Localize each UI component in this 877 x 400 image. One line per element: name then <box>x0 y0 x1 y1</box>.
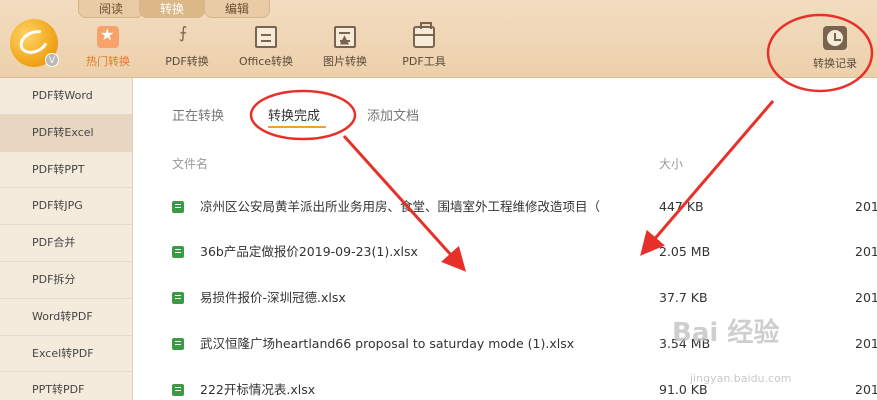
excel-file-icon <box>172 384 184 396</box>
vip-badge[interactable]: V <box>45 53 59 67</box>
watermark-url: jingyan.baidu.com <box>690 372 792 385</box>
excel-file-icon <box>172 201 184 213</box>
conversion-record-button[interactable]: 转换记录 <box>795 26 875 71</box>
tool-label: PDF转换 <box>165 55 209 68</box>
sidebar-item-pdf-split[interactable]: PDF拆分 <box>0 262 132 299</box>
logo-swirl-icon <box>15 25 53 59</box>
active-tab-underline <box>268 126 326 128</box>
sidebar-item-pdf-to-excel[interactable]: PDF转Excel <box>0 114 132 152</box>
file-name: 易损件报价-深圳冠德.xlsx <box>200 290 346 305</box>
sidebar: PDF转Word PDF转Excel PDF转PPT PDF转JPG PDF合并… <box>0 78 133 400</box>
tab-converting[interactable]: 正在转换 <box>172 105 224 124</box>
tool-label: PDF工具 <box>402 55 446 68</box>
file-row[interactable]: 凉州区公安局黄羊派出所业务用房、食堂、围墙室外工程维修改造项目（ 447 KB … <box>172 196 877 218</box>
tool-label: 图片转换 <box>323 55 367 68</box>
star-icon <box>97 25 119 48</box>
sidebar-item-ppt-to-pdf[interactable]: PPT转PDF <box>0 372 132 400</box>
file-size: 447 KB <box>659 199 704 214</box>
file-name: 222开标情况表.xlsx <box>200 382 316 397</box>
file-row[interactable]: 36b产品定做报价2019-09-23(1).xlsx 2.05 MB 201 <box>172 241 877 263</box>
column-header-name[interactable]: 文件名 <box>172 155 208 172</box>
tab-add-document[interactable]: 添加文档 <box>367 105 419 124</box>
file-date: 201 <box>855 290 877 305</box>
file-name: 武汉恒隆广场heartland66 proposal to saturday m… <box>200 336 575 351</box>
sidebar-item-excel-to-pdf[interactable]: Excel转PDF <box>0 336 132 373</box>
file-date: 201 <box>855 199 877 214</box>
file-size: 37.7 KB <box>659 290 708 305</box>
excel-file-icon <box>172 246 184 258</box>
watermark: Bai 经验 <box>672 318 780 348</box>
file-date: 201 <box>855 336 877 351</box>
tab-read[interactable]: 阅读 <box>78 0 145 18</box>
tool-label: 热门转换 <box>86 55 130 68</box>
file-name: 36b产品定做报价2019-09-23(1).xlsx <box>200 244 418 259</box>
file-date: 201 <box>855 382 877 397</box>
sidebar-item-word-to-pdf[interactable]: Word转PDF <box>0 299 132 336</box>
top-toolbar: V 阅读 转换 编辑 热门转换 PDF转换 Office转换 图片转换 PDF工… <box>0 0 877 78</box>
pdf-icon <box>176 23 198 48</box>
tool-hot-convert[interactable]: 热门转换 <box>68 25 148 69</box>
column-header-size[interactable]: 大小 <box>659 155 683 172</box>
sidebar-item-pdf-to-jpg[interactable]: PDF转JPG <box>0 188 132 226</box>
file-row[interactable]: 易损件报价-深圳冠德.xlsx 37.7 KB 201 <box>172 287 877 309</box>
tool-label: Office转换 <box>238 55 294 68</box>
excel-file-icon <box>172 338 184 350</box>
tab-convert[interactable]: 转换 <box>139 0 206 18</box>
tab-edit[interactable]: 编辑 <box>204 0 271 18</box>
record-label: 转换记录 <box>813 57 857 70</box>
annotation-arrow-right <box>640 100 775 256</box>
tab-completed[interactable]: 转换完成 <box>268 105 320 124</box>
tool-office-convert[interactable]: Office转换 <box>226 26 306 69</box>
sidebar-item-pdf-to-ppt[interactable]: PDF转PPT <box>0 152 132 189</box>
clock-icon <box>823 26 847 50</box>
tool-pdf-tools[interactable]: PDF工具 <box>384 22 464 69</box>
file-name: 凉州区公安局黄羊派出所业务用房、食堂、围墙室外工程维修改造项目（ <box>200 199 601 214</box>
file-size: 2.05 MB <box>659 244 711 259</box>
tool-pdf-convert[interactable]: PDF转换 <box>147 23 227 69</box>
toolbox-icon <box>413 22 435 48</box>
file-date: 201 <box>855 244 877 259</box>
excel-file-icon <box>172 292 184 304</box>
sidebar-item-pdf-merge[interactable]: PDF合并 <box>0 225 132 262</box>
tool-image-convert[interactable]: 图片转换 <box>305 26 385 69</box>
sidebar-item-pdf-to-word[interactable]: PDF转Word <box>0 78 132 115</box>
document-icon <box>255 26 277 48</box>
image-icon <box>334 26 356 48</box>
